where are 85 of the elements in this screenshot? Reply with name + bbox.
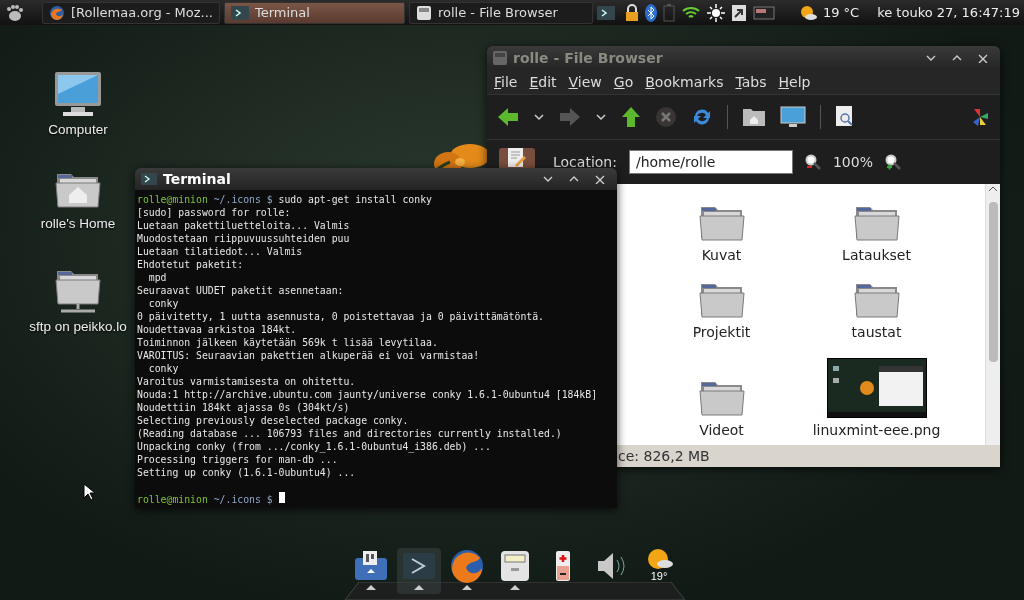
temperature: 19 °C <box>822 5 860 20</box>
output-line: Luetaan pakettiluetteloita... Valmis <box>137 220 350 231</box>
task-button[interactable]: rolle - File Browser <box>409 1 593 24</box>
prompt-path: ~/.icons $ <box>213 494 273 505</box>
close-icon <box>594 174 606 184</box>
output-line: Nouda:1 http://archive.ubuntu.com jaunty/universe conky 1.6.1-0ubuntu4 [184kB] <box>137 389 598 400</box>
file-label[interactable]: taustat <box>851 324 902 346</box>
command-text: sudo apt-get install conky <box>278 194 432 205</box>
window-title: rolle - File Browser <box>513 50 663 66</box>
output-line: (Reading database ... 106793 files and directories currently installed.) <box>137 428 562 439</box>
prompt-path: ~/.icons $ <box>213 194 273 205</box>
menu-item[interactable]: Go <box>613 74 634 90</box>
file-label[interactable]: Projektit <box>692 324 751 346</box>
close-icon <box>977 53 989 63</box>
menu-item[interactable]: View <box>568 74 602 90</box>
zoom-level: 100% <box>832 154 873 170</box>
brightness-icon[interactable] <box>706 3 725 22</box>
weather-icon[interactable] <box>798 4 817 21</box>
dock-item[interactable] <box>397 548 441 594</box>
menu-item[interactable]: File <box>494 74 518 90</box>
output-line: Noudettiin 184kt ajassa 0s (304kt/s) <box>137 402 350 413</box>
prompt-user: rolle@minion <box>137 194 208 205</box>
dock-temperature: 19° <box>650 571 668 581</box>
file-label[interactable]: linuxmint-eee.png <box>812 422 941 444</box>
output-line: Noudettavaa arkistoa 184kt. <box>137 324 297 335</box>
task-button[interactable]: [Rollemaa.org - Moz... <box>42 1 220 24</box>
chevron-up-icon <box>568 174 580 184</box>
output-line: mpd <box>147 272 167 283</box>
output-line: 0 päivitetty, 1 uutta asennusta, 0 poistettavaa ja 0 päivittämätöntä. <box>137 311 544 322</box>
battery-icon[interactable] <box>662 3 675 22</box>
foot-logo-icon[interactable] <box>4 2 24 23</box>
status-text: ce: 826,2 MB <box>618 448 710 464</box>
cabinet-icon <box>416 4 432 21</box>
output-line: conky <box>147 298 179 309</box>
task-button[interactable]: Terminal <box>224 1 405 24</box>
prompt-user: rolle@minion <box>137 494 208 505</box>
output-line: VAROITUS: Seuraavian pakettien alkuperää ei voi varmistaa! <box>137 350 480 361</box>
file-label[interactable]: Lataukset <box>842 247 911 269</box>
scroll-up-icon[interactable] <box>988 184 998 192</box>
menu-item[interactable]: Edit <box>529 74 557 90</box>
panel-icon[interactable] <box>752 5 775 20</box>
clock[interactable]: ke touko 27, 16:47:19 <box>877 5 1020 20</box>
desktop-icon-label[interactable]: Computer <box>48 122 108 137</box>
output-line: [sudo] password for rolle: <box>137 207 291 218</box>
chevron-down-icon <box>925 53 937 63</box>
terminal-icon <box>141 173 157 185</box>
output-line: Selecting previously deselected package conky. <box>137 415 409 426</box>
output-line: Toiminnon jälkeen käytetään 569k t lisää levytilaa. <box>137 337 438 348</box>
chevron-down-icon <box>542 174 554 184</box>
globe-icon <box>49 4 65 21</box>
output-line: Setting up conky (1.6.1-0ubuntu4) ... <box>137 467 356 478</box>
wifi-icon[interactable] <box>680 4 701 21</box>
zoom-in-icon[interactable] <box>884 154 901 170</box>
output-line: Ehdotetut paketit: <box>137 259 244 270</box>
menu-item[interactable]: Bookmarks <box>645 74 724 90</box>
bluetooth-icon[interactable] <box>644 3 657 22</box>
menu-item[interactable]: Tabs <box>735 74 767 90</box>
dock-item[interactable]: 19° <box>637 548 681 594</box>
output-line: Processing triggers for man-db ... <box>137 454 338 465</box>
file-label[interactable]: Kuvat <box>701 247 742 269</box>
desktop-icon-label[interactable]: rolle's Home <box>40 216 116 231</box>
window-title: Terminal <box>163 171 231 187</box>
lock-icon[interactable] <box>624 3 639 22</box>
location-label: Location: <box>553 154 617 170</box>
cabinet-icon <box>493 51 507 65</box>
output-line: Luetaan tilatiedot... Valmis <box>137 246 303 257</box>
output-line: Unpacking conky (from .../conky_1.6.1-0ubuntu4_i386.deb) ... <box>137 441 491 452</box>
arrow-box-icon[interactable] <box>730 3 747 22</box>
output-line: Muodostetaan riippuvuussuhteiden puu <box>137 233 350 244</box>
scrollbar[interactable] <box>985 184 1000 445</box>
terminal-icon[interactable] <box>597 5 615 20</box>
menu-item[interactable]: Help <box>778 74 811 90</box>
output-line: conky <box>147 363 179 374</box>
file-label[interactable]: Videot <box>699 422 744 444</box>
terminal-icon <box>231 5 249 20</box>
pointer-icon <box>83 483 95 501</box>
edit-location-button[interactable] <box>499 148 535 168</box>
desktop-icon-label[interactable]: sftp on peikko.lo <box>29 319 127 334</box>
monitor-icon <box>53 70 103 118</box>
output-line: Seuraavat UUDET paketit asennetaan: <box>137 285 344 296</box>
zoom-out-icon[interactable] <box>804 154 821 170</box>
globe-icon <box>449 548 485 584</box>
location-field[interactable]: /home/rolle <box>628 150 793 174</box>
output-line: Varoitus varmistamisesta on ohitettu. <box>137 376 356 387</box>
chevron-up-icon <box>951 53 963 63</box>
